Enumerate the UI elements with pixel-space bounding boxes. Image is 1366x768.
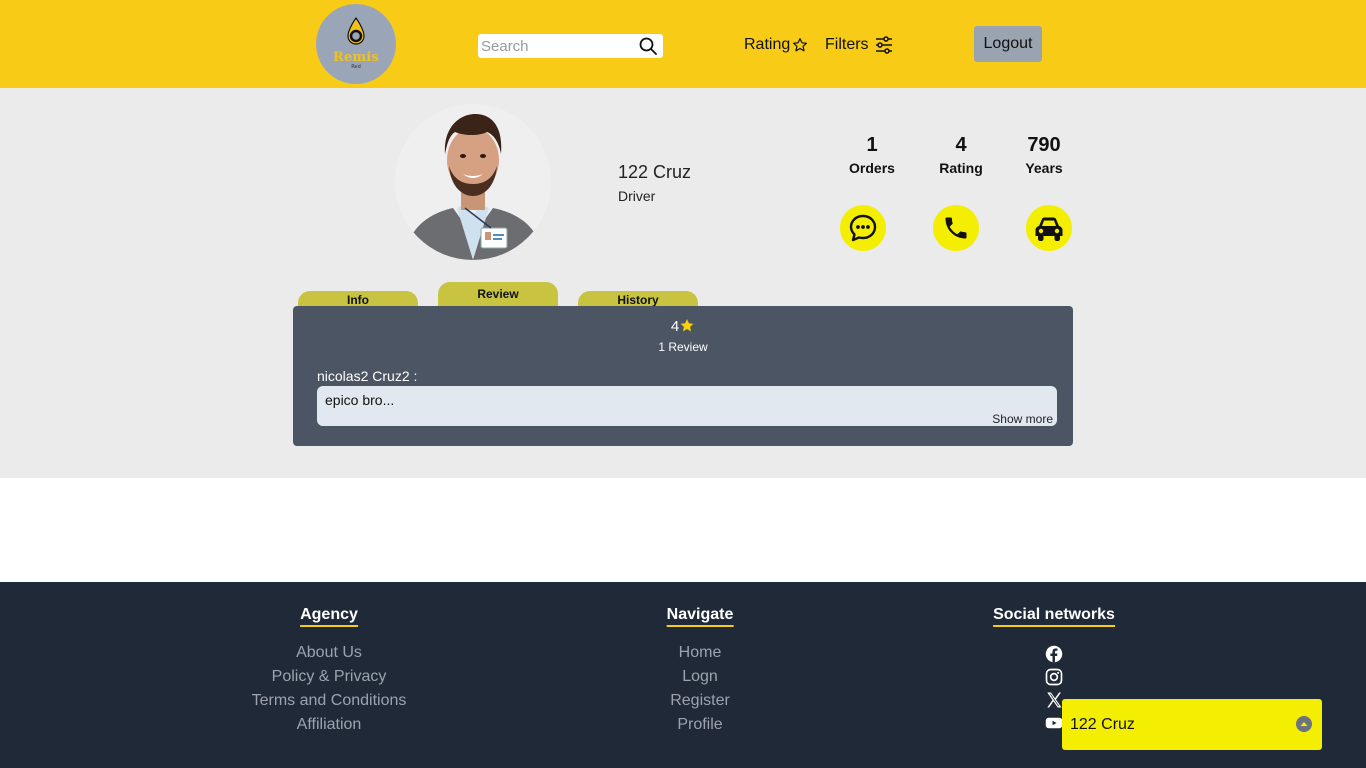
avatar (395, 104, 551, 260)
phone-icon (945, 217, 967, 239)
footer-link-home[interactable]: Home (679, 644, 722, 662)
logo-text: Remis (332, 50, 380, 65)
stat-orders-value: 1 (866, 134, 878, 156)
footer-link-terms[interactable]: Terms and Conditions (252, 692, 407, 710)
stat-orders-label: Orders (849, 160, 895, 176)
average-rating: 4 (293, 318, 1073, 335)
car-button[interactable] (1026, 205, 1072, 251)
footer-link-privacy[interactable]: Policy & Privacy (272, 668, 387, 686)
footer-link-register[interactable]: Register (670, 692, 730, 710)
tab-review[interactable]: Review (438, 282, 558, 308)
chevron-up-icon[interactable] (1296, 716, 1312, 732)
search-input[interactable] (481, 36, 631, 56)
logo-subtext: Red (351, 64, 361, 70)
drop-icon (347, 17, 365, 45)
review-count: 1 Review (658, 340, 708, 354)
star-filled-icon (680, 318, 694, 332)
footer-link-login[interactable]: Logn (682, 668, 718, 686)
instagram-icon[interactable] (1045, 668, 1063, 686)
footer-link-affiliation[interactable]: Affiliation (297, 716, 362, 734)
logout-button[interactable]: Logout (974, 26, 1042, 62)
search-icon[interactable] (639, 37, 657, 55)
show-more-link[interactable]: Show more (992, 412, 1053, 426)
footer-navigate-title: Navigate (666, 606, 734, 627)
x-icon[interactable] (1045, 691, 1063, 709)
search-bar (478, 34, 663, 58)
review-text: epico bro... (325, 392, 395, 408)
rating-link-label: Rating (744, 36, 791, 53)
facebook-icon[interactable] (1045, 645, 1063, 663)
footer-social-title: Social networks (993, 606, 1115, 627)
filters-link-label: Filters (825, 36, 869, 53)
car-icon (1035, 217, 1063, 241)
profile-name: 122 Cruz (618, 162, 692, 182)
youtube-icon[interactable] (1045, 714, 1063, 732)
top-navbar: Remis Red Rating Filters Logout (0, 0, 1366, 88)
review-panel: 4 1 Review nicolas2 Cruz2 : epico bro...… (293, 306, 1073, 446)
footer-agency-title: Agency (300, 606, 358, 627)
chat-icon (849, 214, 877, 242)
chat-popup-name: 122 Cruz (1070, 716, 1135, 733)
message-button[interactable] (840, 205, 886, 251)
review-card: epico bro... Show more (317, 386, 1057, 426)
stat-years-value: 790 (1027, 134, 1061, 156)
stat-rating-value: 4 (955, 134, 967, 156)
footer-link-profile[interactable]: Profile (677, 716, 722, 734)
rating-link[interactable]: Rating (744, 34, 808, 56)
review-author: nicolas2 Cruz2 : (317, 368, 418, 384)
profile-role: Driver (618, 188, 656, 204)
stat-years-label: Years (1025, 160, 1063, 176)
star-outline-icon (793, 38, 808, 52)
chat-popup[interactable]: 122 Cruz (1062, 699, 1322, 750)
footer-link-about[interactable]: About Us (296, 644, 362, 662)
logo[interactable]: Remis Red (316, 4, 396, 84)
average-rating-value: 4 (670, 318, 680, 335)
call-button[interactable] (933, 205, 979, 251)
sliders-icon (875, 36, 892, 54)
stat-rating-label: Rating (939, 160, 983, 176)
filters-link[interactable]: Filters (825, 34, 894, 56)
